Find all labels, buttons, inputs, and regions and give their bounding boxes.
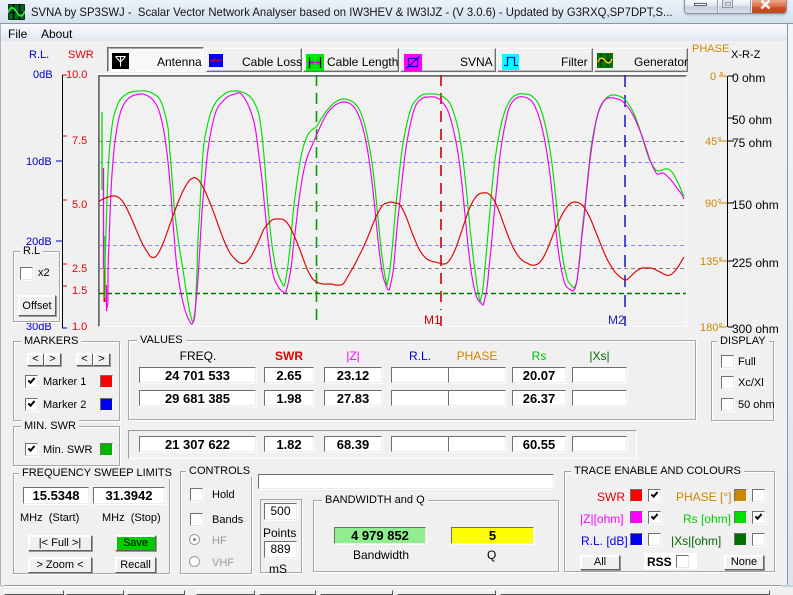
svg-text:M2: M2: [608, 313, 625, 326]
svg-text:M1: M1: [424, 313, 441, 326]
